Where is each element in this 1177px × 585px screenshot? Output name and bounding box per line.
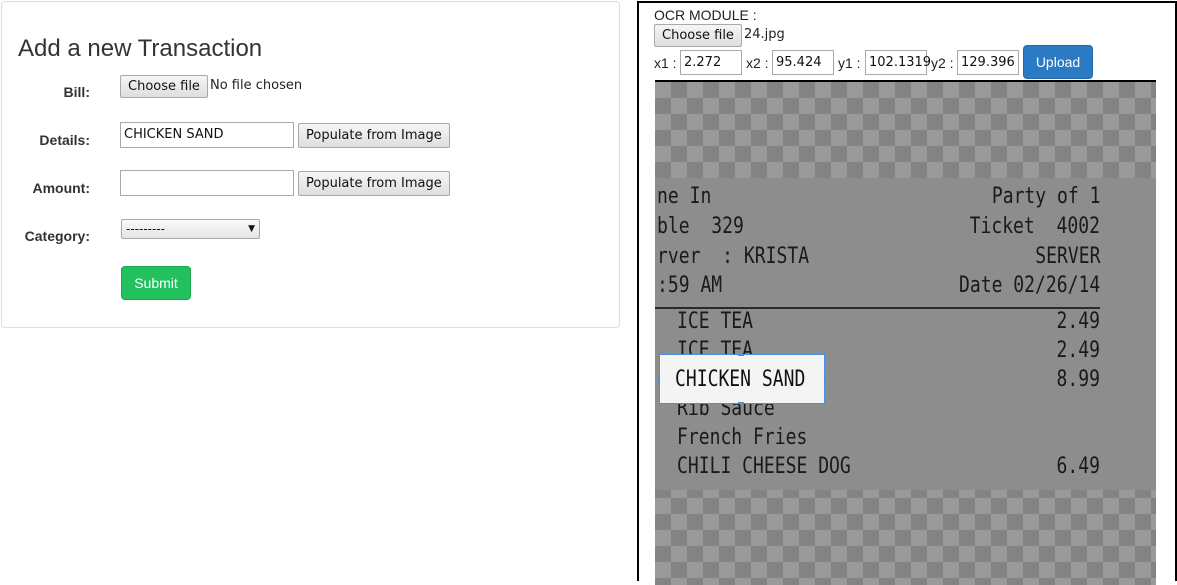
transaction-panel: Add a new Transaction Bill: Choose file … [1, 1, 620, 328]
bill-label: Bill: [63, 84, 90, 100]
category-select[interactable]: --------- ▼ [121, 219, 260, 239]
category-label: Category: [24, 228, 90, 244]
x1-input[interactable]: 2.272 [680, 50, 742, 75]
receipt-price: 2.49 [1056, 338, 1100, 363]
receipt-price: 8.99 [1056, 367, 1100, 392]
receipt-item: French Fries [677, 425, 808, 450]
crop-handle-top[interactable] [738, 354, 744, 356]
receipt-line: Date 02/26/14 [958, 273, 1100, 298]
ocr-module: OCR MODULE : Choose file 24.jpg x1 : 2.2… [637, 1, 1177, 585]
ocr-file-name: 24.jpg [744, 27, 785, 42]
x2-input[interactable]: 95.424 [772, 50, 834, 75]
crop-selection-box[interactable]: CHICKEN SAND [658, 354, 826, 404]
details-populate-button[interactable]: Populate from Image [298, 123, 450, 148]
y2-input[interactable]: 129.396 [957, 50, 1019, 75]
amount-populate-button[interactable]: Populate from Image [298, 171, 450, 196]
receipt-line: :59 AM [657, 273, 723, 298]
crop-selected-text: CHICKEN SAND [675, 367, 806, 392]
details-label: Details: [39, 132, 90, 148]
receipt-line: SERVER [1034, 244, 1100, 269]
category-selected-value: --------- [126, 222, 165, 236]
details-input[interactable]: CHICKEN SAND [120, 122, 294, 148]
receipt-line: rver : KRISTA [657, 244, 810, 269]
page-title: Add a new Transaction [18, 35, 263, 62]
y1-label: y1 : [838, 55, 861, 71]
image-crop-canvas[interactable]: ne In Party of 1 ble 329 Ticket 4002 rve… [655, 80, 1156, 585]
x1-label: x1 : [654, 55, 677, 71]
receipt-line: Party of 1 [991, 184, 1100, 209]
receipt-line: ne In [657, 184, 712, 209]
bill-no-file-text: No file chosen [210, 78, 303, 93]
amount-label: Amount: [32, 180, 90, 196]
receipt-line: ble 329 [657, 214, 744, 239]
bill-choose-file-button[interactable]: Choose file [120, 75, 208, 98]
y1-input[interactable]: 102.1319 [865, 50, 931, 75]
receipt-item: CHILI CHEESE DOG [677, 454, 851, 479]
submit-button[interactable]: Submit [121, 266, 191, 300]
crop-handle-bottom[interactable] [738, 402, 744, 404]
y2-label: y2 : [931, 55, 954, 71]
receipt-image: ne In Party of 1 ble 329 Ticket 4002 rve… [655, 178, 1156, 490]
ocr-title: OCR MODULE : [654, 7, 757, 23]
x2-label: x2 : [746, 55, 769, 71]
receipt-item: ICE TEA [677, 309, 754, 334]
ocr-choose-file-button[interactable]: Choose file [654, 24, 742, 47]
receipt-line: Ticket 4002 [969, 214, 1100, 239]
receipt-price: 2.49 [1056, 309, 1100, 334]
crop-handle-left[interactable] [658, 377, 660, 383]
crop-handle-right[interactable] [824, 377, 826, 383]
upload-button[interactable]: Upload [1023, 45, 1093, 79]
receipt-price: 6.49 [1056, 454, 1100, 479]
chevron-down-icon: ▼ [248, 224, 255, 234]
amount-input[interactable] [120, 170, 294, 196]
